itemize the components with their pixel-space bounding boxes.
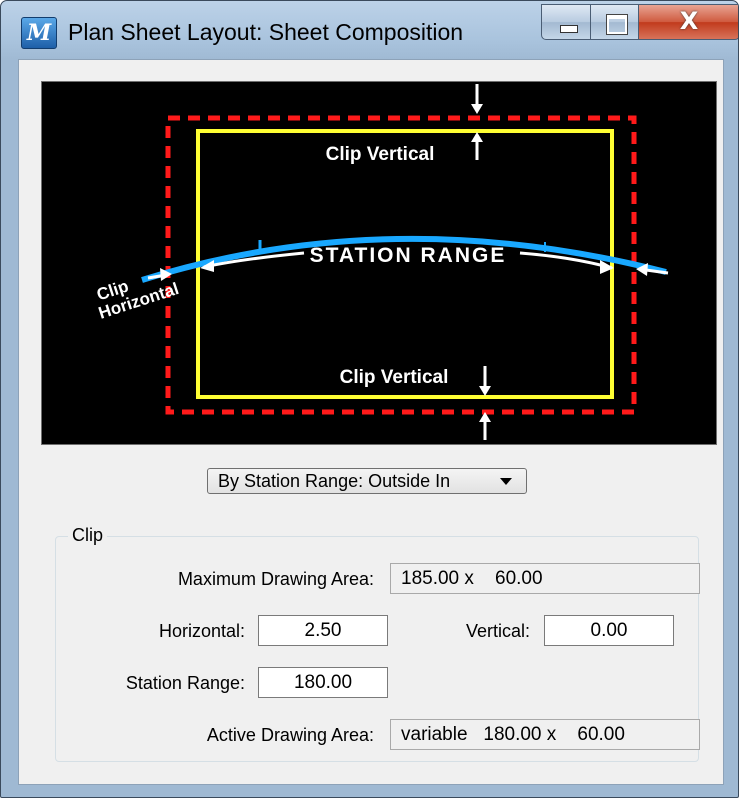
horizontal-field[interactable]: [258, 615, 388, 646]
vertical-field[interactable]: [544, 615, 674, 646]
clip-vertical-top-label: Clip Vertical: [326, 144, 435, 165]
clip-vertical-top-arrowhead-outer: [471, 104, 483, 114]
clip-mode-selected: By Station Range: Outside In: [218, 471, 451, 491]
maximize-button[interactable]: [591, 4, 639, 40]
minimize-button[interactable]: [541, 4, 591, 40]
microstation-app-icon: M: [21, 17, 57, 49]
station-range-label: Station Range:: [125, 673, 245, 693]
dialog-window: M Plan Sheet Layout: Sheet Composition X: [0, 0, 739, 798]
active-drawing-area-value: variable 180.00 x 60.00: [390, 719, 700, 750]
title-bar[interactable]: M Plan Sheet Layout: Sheet Composition X: [1, 1, 738, 57]
clip-vertical-top-arrowhead-inner: [471, 132, 483, 142]
vertical-label: Vertical:: [465, 621, 530, 641]
close-button[interactable]: X: [639, 4, 738, 40]
sheet-composition-preview: STATION RANGE Clip Vertical Clip Vertica…: [41, 81, 717, 445]
max-drawing-area-label: Maximum Drawing Area:: [177, 569, 374, 589]
minimize-icon: [560, 25, 578, 33]
clip-vertical-bottom-arrowhead-inner: [479, 386, 491, 396]
station-range-label: STATION RANGE: [310, 244, 507, 267]
station-range-field[interactable]: [258, 667, 388, 698]
dialog-client-area: STATION RANGE Clip Vertical Clip Vertica…: [18, 59, 724, 785]
maximize-icon: [607, 15, 627, 34]
active-drawing-area-label: Active Drawing Area:: [206, 725, 374, 745]
window-title: Plan Sheet Layout: Sheet Composition: [68, 19, 464, 45]
clip-group-label: Clip: [68, 525, 108, 546]
clip-groupbox: Clip Maximum Drawing Area: 185.00 x 60.0…: [55, 525, 700, 762]
chevron-down-icon: [500, 478, 512, 485]
clip-mode-dropdown[interactable]: By Station Range: Outside In: [207, 468, 527, 494]
caption-buttons: X: [541, 4, 738, 40]
horizontal-label: Horizontal:: [158, 621, 245, 641]
close-icon: X: [679, 7, 699, 35]
clip-vertical-bottom-label: Clip Vertical: [340, 367, 449, 388]
preview-diagram: STATION RANGE Clip Vertical Clip Vertica…: [94, 84, 669, 440]
max-drawing-area-value: 185.00 x 60.00: [390, 563, 700, 594]
